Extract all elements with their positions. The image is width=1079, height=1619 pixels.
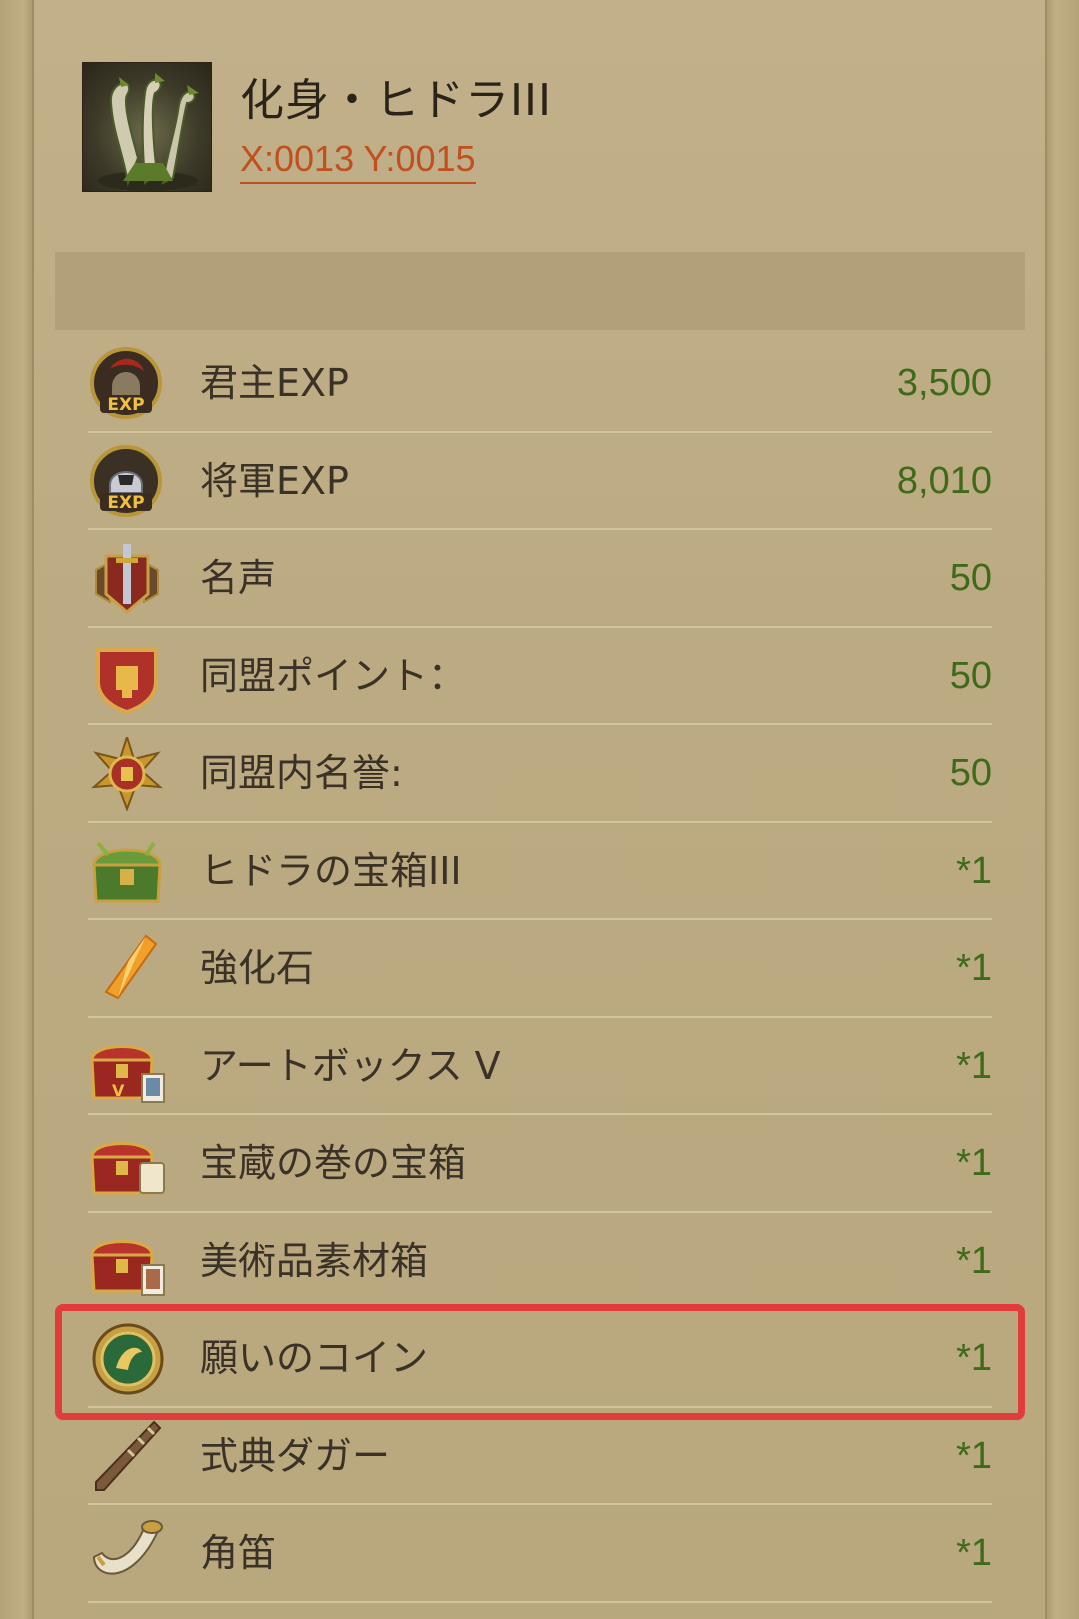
reward-label: アートボックス V [200, 1043, 501, 1088]
list-item: 式典ダガー *1 [88, 1408, 992, 1505]
list-item: EXP 君主EXP 3,500 [88, 335, 992, 433]
reward-list-header-band [55, 252, 1025, 330]
reward-label: 強化石 [200, 946, 315, 990]
list-item: 宝蔵の巻の宝箱 *1 [88, 1115, 992, 1213]
reward-label: 将軍EXP [200, 458, 349, 503]
reward-value: 3,500 [896, 362, 992, 404]
reward-label: 角笛 [200, 1531, 277, 1575]
reward-value: 50 [949, 752, 992, 794]
hydra-portrait [82, 62, 212, 192]
reward-label: 名声 [200, 556, 277, 600]
treasure-scroll-chest-icon [88, 1127, 166, 1201]
list-item: 美術品素材箱 *1 [88, 1213, 992, 1310]
reward-value: *1 [956, 1044, 992, 1087]
reward-label: 美術品素材箱 [200, 1238, 429, 1283]
ceremonial-dagger-icon [88, 1420, 166, 1494]
alliance-honor-icon [88, 733, 166, 812]
general-exp-icon: EXP [88, 444, 166, 519]
reward-value: 8,010 [896, 459, 992, 502]
reward-value: *1 [956, 1337, 992, 1379]
svg-text:V: V [112, 1081, 125, 1100]
panel-left-border [0, 0, 34, 1619]
reward-list: EXP 君主EXP 3,500 EXP 将軍EXP 8,010 名声 50 同盟… [88, 335, 992, 1603]
reward-value: 50 [949, 654, 992, 697]
reward-value: *1 [956, 1239, 992, 1282]
reward-value: *1 [956, 1532, 992, 1574]
reward-value: *1 [956, 1434, 992, 1477]
list-item: 願いのコイン *1 [88, 1310, 992, 1408]
reward-value: 50 [949, 557, 992, 599]
enhancement-stone-icon [88, 932, 166, 1006]
reward-label: 宝蔵の巻の宝箱 [200, 1141, 467, 1185]
list-item: 同盟ポイント： 50 [88, 628, 992, 725]
coordinates-link[interactable]: X:0013 Y:0015 [240, 138, 476, 184]
list-item: ヒドラの宝箱III *1 [88, 823, 992, 920]
art-material-box-icon [88, 1225, 166, 1299]
svg-text:EXP: EXP [107, 395, 144, 415]
wish-coin-icon [88, 1322, 166, 1396]
reward-label: 君主EXP [200, 361, 349, 405]
panel-right-border [1045, 0, 1079, 1619]
list-item: 強化石 *1 [88, 920, 992, 1018]
horn-icon [88, 1517, 166, 1591]
hydra-chest-icon [88, 835, 166, 909]
art-box-icon: V [88, 1030, 166, 1104]
reward-value: *1 [956, 947, 992, 989]
monster-title: 化身・ヒドラIII [240, 75, 552, 126]
reward-label: 同盟内名誉: [200, 751, 403, 795]
alliance-points-icon [88, 640, 166, 714]
list-item: 名声 50 [88, 530, 992, 628]
list-item: V アートボックス V *1 [88, 1018, 992, 1115]
lord-exp-icon: EXP [88, 347, 166, 421]
reward-label: 同盟ポイント： [200, 653, 467, 698]
reward-label: 願いのコイン [200, 1336, 429, 1380]
reward-label: ヒドラの宝箱III [200, 848, 462, 893]
reward-value: *1 [956, 1142, 992, 1184]
reward-label: 式典ダガー [200, 1433, 391, 1478]
reward-value: *1 [956, 849, 992, 892]
fame-icon [88, 542, 166, 616]
list-item: 角笛 *1 [88, 1505, 992, 1603]
monster-header: 化身・ヒドラIII X:0013 Y:0015 [82, 62, 982, 192]
svg-text:EXP: EXP [107, 493, 144, 513]
list-item: EXP 将軍EXP 8,010 [88, 433, 992, 530]
list-item: 同盟内名誉: 50 [88, 725, 992, 823]
